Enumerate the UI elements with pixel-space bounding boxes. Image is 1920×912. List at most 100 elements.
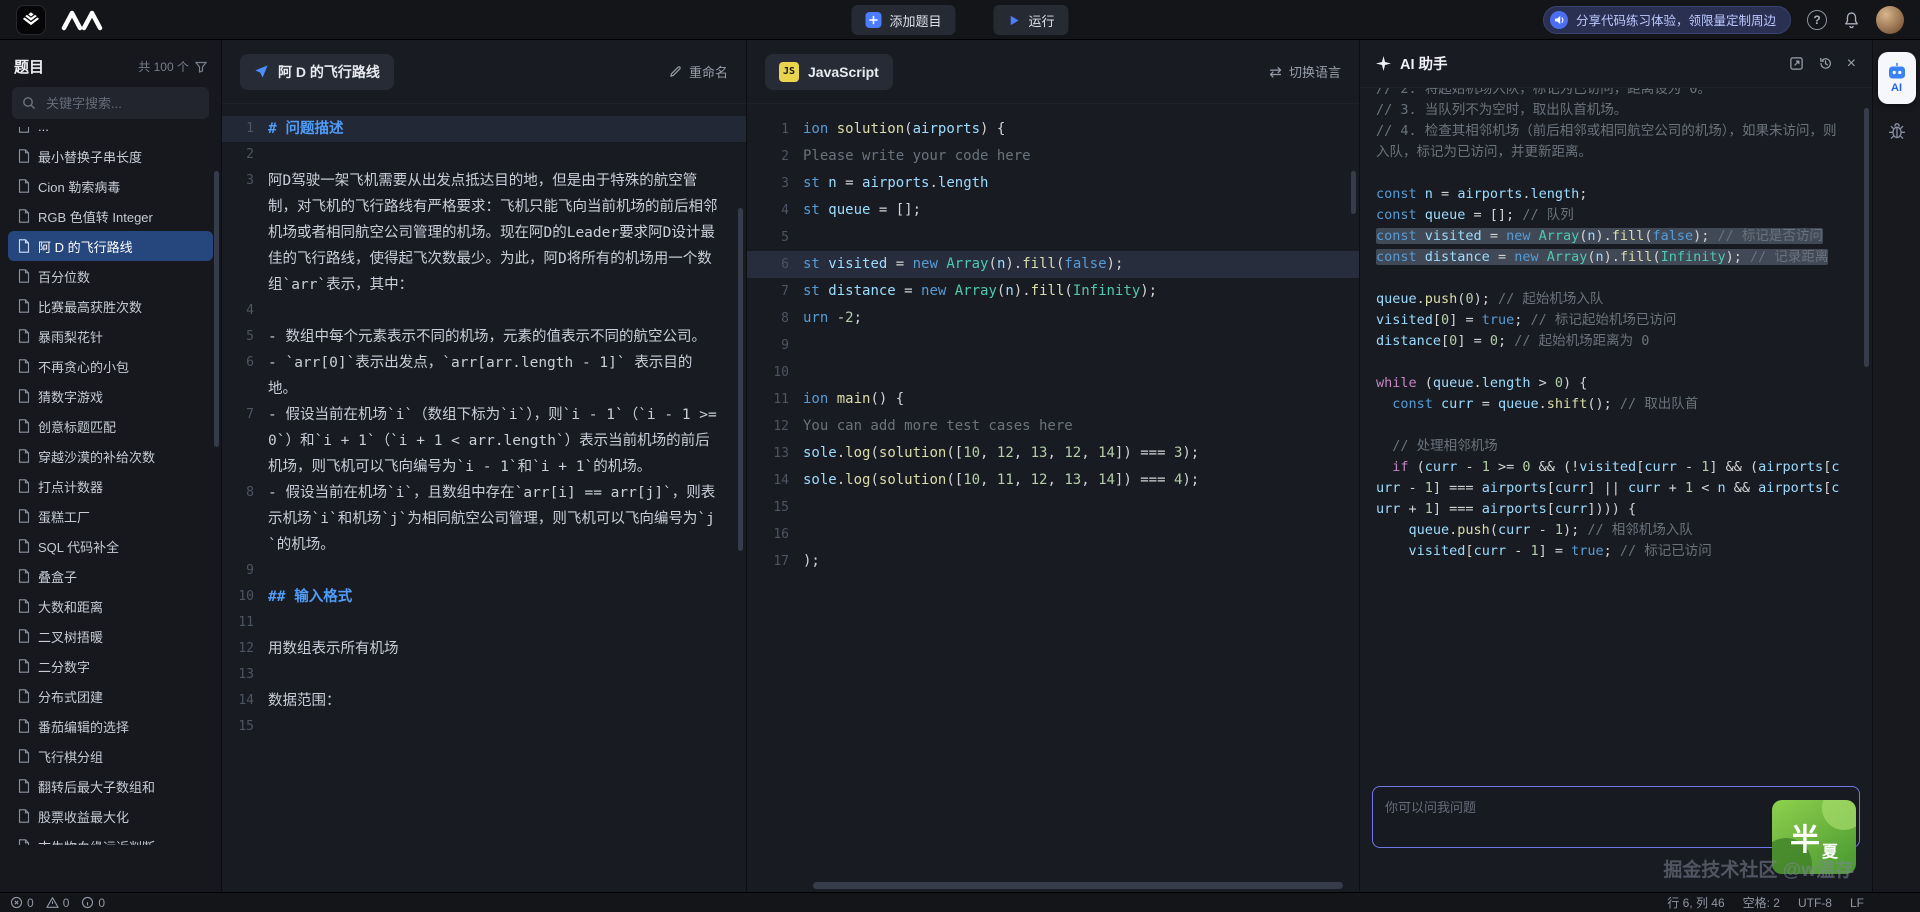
sidebar-item[interactable]: 蛋糕工厂 <box>8 501 213 531</box>
sidebar-item[interactable]: 番茄编辑的选择 <box>8 711 213 741</box>
sidebar-item[interactable]: 穿越沙漠的补给次数 <box>8 441 213 471</box>
sidebar-item[interactable]: 打点计数器 <box>8 471 213 501</box>
errors-indicator[interactable]: 0 <box>10 896 34 910</box>
line-number: 10 <box>747 359 803 386</box>
code-line[interactable]: 1ion solution(airports) { <box>747 116 1359 143</box>
code-line[interactable]: 4st queue = []; <box>747 197 1359 224</box>
ai-scrollbar[interactable] <box>1864 108 1869 367</box>
switch-language-button[interactable]: ⇄ 切换语言 <box>1269 62 1341 81</box>
code-line-text: sole.log(solution([10, 12, 13, 12, 14]) … <box>803 440 1199 467</box>
bug-report-icon[interactable] <box>1884 118 1910 144</box>
sidebar-item[interactable]: 阿 D 的飞行路线 <box>8 231 213 261</box>
code-line[interactable]: 6st visited = new Array(n).fill(false); <box>747 251 1359 278</box>
search-input[interactable] <box>44 95 199 112</box>
filter-icon[interactable] <box>195 61 207 73</box>
markdown-line[interactable]: 14数据范围： <box>222 688 746 714</box>
warning-triangle-icon <box>46 896 59 909</box>
app-logo-icon[interactable] <box>16 5 46 35</box>
code-line[interactable]: 11ion main() { <box>747 386 1359 413</box>
line-number: 15 <box>222 714 268 740</box>
sidebar-item[interactable]: SQL 代码补全 <box>8 531 213 561</box>
info-indicator[interactable]: 0 <box>81 896 105 910</box>
notifications-icon[interactable] <box>1843 11 1860 29</box>
description-scrollbar[interactable] <box>738 208 743 551</box>
avatar[interactable] <box>1876 6 1904 34</box>
markdown-line[interactable]: 5- 数组中每个元素表示不同的机场，元素的值表示不同的航空公司。 <box>222 324 746 350</box>
encoding[interactable]: UTF-8 <box>1798 896 1832 910</box>
markdown-line[interactable]: 9 <box>222 558 746 584</box>
ai-assistant-button[interactable]: AI <box>1878 52 1916 104</box>
indent-setting[interactable]: 空格: 2 <box>1743 894 1780 911</box>
code-line[interactable]: 16 <box>747 521 1359 548</box>
sidebar-item[interactable]: 古生物血缘远近判断 <box>8 831 213 845</box>
markdown-line[interactable]: 15 <box>222 714 746 740</box>
help-icon[interactable]: ? <box>1807 10 1827 30</box>
problem-tab[interactable]: 阿 D 的飞行路线 <box>240 54 394 90</box>
sidebar-item[interactable]: 二分数字 <box>8 651 213 681</box>
add-question-button[interactable]: 添加题目 <box>851 5 955 35</box>
sidebar-item[interactable]: 百分位数 <box>8 261 213 291</box>
run-button[interactable]: 运行 <box>994 5 1069 35</box>
sidebar-item[interactable]: ... <box>8 127 213 141</box>
markdown-line[interactable]: 8- 假设当前在机场`i`，且数组中存在`arr[i] == arr[j]`，则… <box>222 480 746 558</box>
sidebar-item[interactable]: 飞行棋分组 <box>8 741 213 771</box>
cursor-position[interactable]: 行 6, 列 46 <box>1667 894 1724 911</box>
code-line[interactable]: 9 <box>747 332 1359 359</box>
sidebar-item[interactable]: 最小替换子串长度 <box>8 141 213 171</box>
document-icon <box>18 809 30 823</box>
language-tab[interactable]: JS JavaScript <box>765 54 893 90</box>
sidebar-item[interactable]: 二叉树捂暖 <box>8 621 213 651</box>
sidebar-item[interactable]: 大数和距离 <box>8 591 213 621</box>
eol[interactable]: LF <box>1850 896 1864 910</box>
close-icon[interactable]: × <box>1847 56 1856 72</box>
brand-logo-icon[interactable] <box>60 9 104 31</box>
sidebar-item[interactable]: 叠盒子 <box>8 561 213 591</box>
promo-banner[interactable]: 分享代码练习体验，领限量定制周边 <box>1543 6 1791 34</box>
sidebar-item[interactable]: 不再贪心的小包 <box>8 351 213 381</box>
line-number: 9 <box>222 558 268 584</box>
document-icon <box>18 689 30 703</box>
code-line[interactable]: 8urn -2; <box>747 305 1359 332</box>
sidebar-item[interactable]: 分布式团建 <box>8 681 213 711</box>
code-line[interactable]: 7st distance = new Array(n).fill(Infinit… <box>747 278 1359 305</box>
markdown-line[interactable]: 2 <box>222 142 746 168</box>
code-horizontal-scrollbar[interactable] <box>813 882 1343 889</box>
ai-panel-header: AI 助手 × <box>1360 40 1872 88</box>
markdown-line-text <box>268 142 720 168</box>
history-icon[interactable] <box>1818 56 1833 71</box>
description-editor[interactable]: 1# 问题描述23阿D驾驶一架飞机需要从出发点抵达目的地，但是由于特殊的航空管制… <box>222 104 746 892</box>
markdown-line[interactable]: 12用数组表示所有机场 <box>222 636 746 662</box>
code-line[interactable]: 5 <box>747 224 1359 251</box>
code-line[interactable]: 3st n = airports.length <box>747 170 1359 197</box>
code-line[interactable]: 15 <box>747 494 1359 521</box>
sidebar-scrollbar[interactable] <box>214 171 219 447</box>
markdown-line[interactable]: 7- 假设当前在机场`i`（数组下标为`i`），则`i - 1`（`i - 1 … <box>222 402 746 480</box>
rename-button[interactable]: 重命名 <box>669 62 728 81</box>
code-line[interactable]: 2Please write your code here <box>747 143 1359 170</box>
warnings-indicator[interactable]: 0 <box>46 896 70 910</box>
code-scrollbar[interactable] <box>1351 171 1356 214</box>
sidebar-item[interactable]: 翻转后最大子数组和 <box>8 771 213 801</box>
markdown-line[interactable]: 10## 输入格式 <box>222 584 746 610</box>
sidebar-item[interactable]: 比赛最高获胜次数 <box>8 291 213 321</box>
sidebar-item[interactable]: Cion 勒索病毒 <box>8 171 213 201</box>
markdown-line[interactable]: 4 <box>222 298 746 324</box>
open-in-ide-icon[interactable] <box>1789 56 1804 71</box>
code-line[interactable]: 10 <box>747 359 1359 386</box>
code-line[interactable]: 17); <box>747 548 1359 575</box>
sidebar-item[interactable]: 创意标题匹配 <box>8 411 213 441</box>
markdown-line[interactable]: 6- `arr[0]`表示出发点，`arr[arr.length - 1]` 表… <box>222 350 746 402</box>
sidebar-item[interactable]: 暴雨梨花针 <box>8 321 213 351</box>
code-line[interactable]: 12You can add more test cases here <box>747 413 1359 440</box>
sidebar-item[interactable]: RGB 色值转 Integer <box>8 201 213 231</box>
search-box[interactable] <box>12 87 209 119</box>
markdown-line[interactable]: 13 <box>222 662 746 688</box>
markdown-line[interactable]: 3阿D驾驶一架飞机需要从出发点抵达目的地，但是由于特殊的航空管制，对飞机的飞行路… <box>222 168 746 298</box>
code-line[interactable]: 14sole.log(solution([10, 11, 12, 13, 14]… <box>747 467 1359 494</box>
sidebar-item[interactable]: 猜数字游戏 <box>8 381 213 411</box>
markdown-line[interactable]: 1# 问题描述 <box>222 116 746 142</box>
sidebar-item[interactable]: 股票收益最大化 <box>8 801 213 831</box>
code-editor[interactable]: 1ion solution(airports) {2Please write y… <box>747 104 1359 892</box>
code-line[interactable]: 13sole.log(solution([10, 12, 13, 12, 14]… <box>747 440 1359 467</box>
markdown-line[interactable]: 11 <box>222 610 746 636</box>
